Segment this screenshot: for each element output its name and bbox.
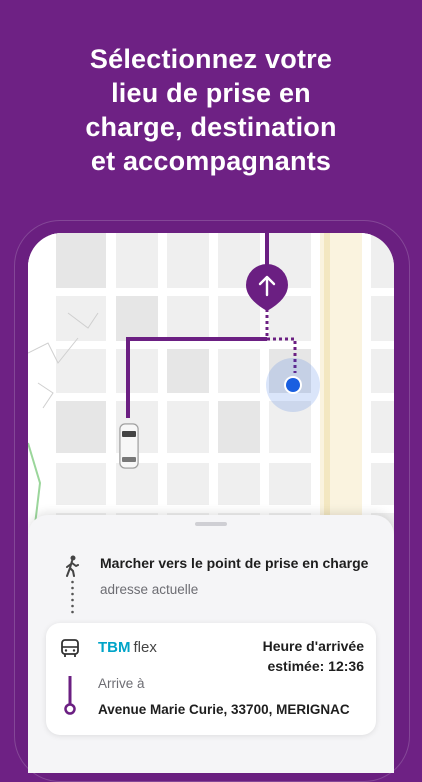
- headline-line-4: et accompagnants: [90, 146, 332, 176]
- arrive-label: Arrive à: [98, 676, 145, 691]
- brand-tbm: TBM: [98, 639, 131, 656]
- brand-flex: flex: [133, 639, 157, 656]
- destination-marker-icon: [64, 676, 76, 715]
- walk-step-subtitle: adresse actuelle: [100, 582, 199, 597]
- ride-card[interactable]: TBM flex Heure d'arrivée estimée: 12:36 A…: [46, 623, 376, 735]
- vehicle-icon: [119, 423, 139, 469]
- phone-screen: Marcher vers le point de prise en charge…: [28, 233, 394, 773]
- estimated-arrival: Heure d'arrivée estimée: 12:36: [263, 636, 364, 676]
- arrival-time: estimée: 12:36: [267, 658, 364, 674]
- trip-details-sheet[interactable]: Marcher vers le point de prise en charge…: [28, 515, 394, 773]
- headline: Sélectionnez votre lieu de prise en char…: [0, 42, 422, 178]
- tbm-flex-logo: TBM flex: [98, 639, 157, 656]
- arrival-label: Heure d'arrivée: [262, 638, 364, 654]
- headline-line-1: Sélectionnez votre: [89, 44, 333, 74]
- headline-line-2: lieu de prise en: [111, 78, 311, 108]
- walking-person-icon: [66, 555, 79, 577]
- sheet-drag-handle[interactable]: [195, 522, 227, 526]
- headline-line-3: charge, destination: [85, 112, 337, 142]
- current-location-icon[interactable]: [266, 358, 320, 412]
- walk-step-title: Marcher vers le point de prise en charge: [100, 555, 369, 571]
- walk-dots: [71, 580, 74, 614]
- map[interactable]: [28, 233, 394, 533]
- arrive-address: Avenue Marie Curie, 33700, MERIGNAC: [98, 702, 350, 717]
- bus-icon: [61, 639, 79, 657]
